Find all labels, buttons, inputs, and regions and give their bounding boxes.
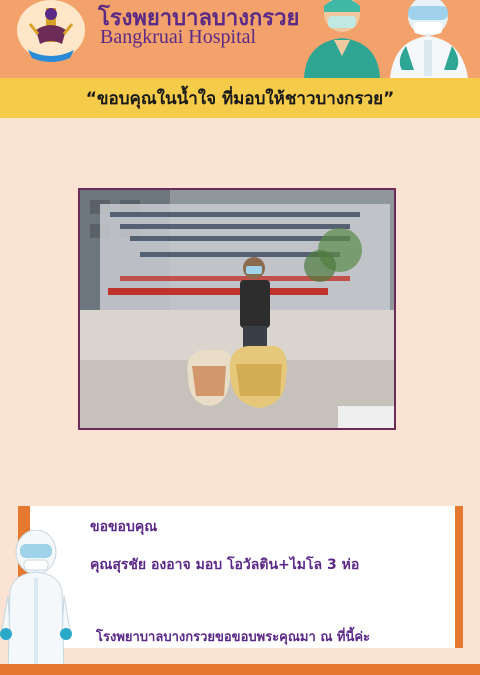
- banner-text: “ขอบคุณในน้ำใจ ที่มอบให้ชาวบางกรวย”: [85, 88, 395, 109]
- header: โรงพยาบาลบางกรวย Bangkruai Hospital: [0, 0, 480, 78]
- donation-photo: [78, 188, 396, 430]
- message-panel: ขอขอบคุณ คุณสุรชัย องอาจ มอบ โอวัลติน+ไม…: [18, 506, 463, 648]
- hospital-emblem-icon: [17, 0, 85, 62]
- closing-line: โรงพยาบาลบางกรวยขอขอบพระคุณมา ณ ที่นี้ค่…: [96, 630, 371, 645]
- medical-staff-illustration-icon: [304, 0, 468, 78]
- footer-bar: [0, 664, 480, 675]
- message-card: ขอขอบคุณ คุณสุรชัย องอาจ มอบ โอวัลติน+ไม…: [30, 506, 455, 648]
- main-area: [0, 118, 480, 502]
- hospital-name-en: Bangkruai Hospital: [100, 26, 257, 48]
- donor-line: คุณสุรชัย องอาจ มอบ โอวัลติน+ไมโล 3 ห่อ: [90, 557, 360, 573]
- donation-photo-icon: [80, 190, 394, 428]
- doctor-ppe-icon: [0, 530, 72, 675]
- message-title: ขอขอบคุณ: [90, 519, 158, 535]
- thank-you-banner: “ขอบคุณในน้ำใจ ที่มอบให้ชาวบางกรวย”: [0, 78, 480, 118]
